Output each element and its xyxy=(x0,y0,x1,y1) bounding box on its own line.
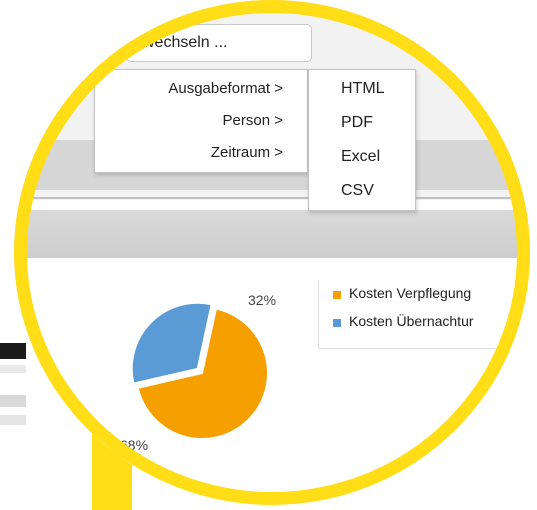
legend-label-meals: Kosten Verpflegung xyxy=(349,285,472,301)
zoom-view: wechseln ... Ausgabeformat > Person > Ze… xyxy=(0,0,537,510)
chart-legend: Kosten Verpflegung Kosten Übernachtur xyxy=(318,280,530,349)
pie-label-meals: 68% xyxy=(120,437,148,453)
magnifier-lens: wechseln ... Ausgabeformat > Person > Ze… xyxy=(14,0,530,505)
pie-chart: 68% 32% xyxy=(120,292,276,453)
legend-swatch-lodging xyxy=(333,319,341,327)
pie-label-lodging: 32% xyxy=(248,292,276,308)
legend-label-lodging: Kosten Übernachtur xyxy=(349,313,474,329)
pie-slice-lodging xyxy=(130,301,213,385)
legend-swatch-meals xyxy=(333,291,341,299)
